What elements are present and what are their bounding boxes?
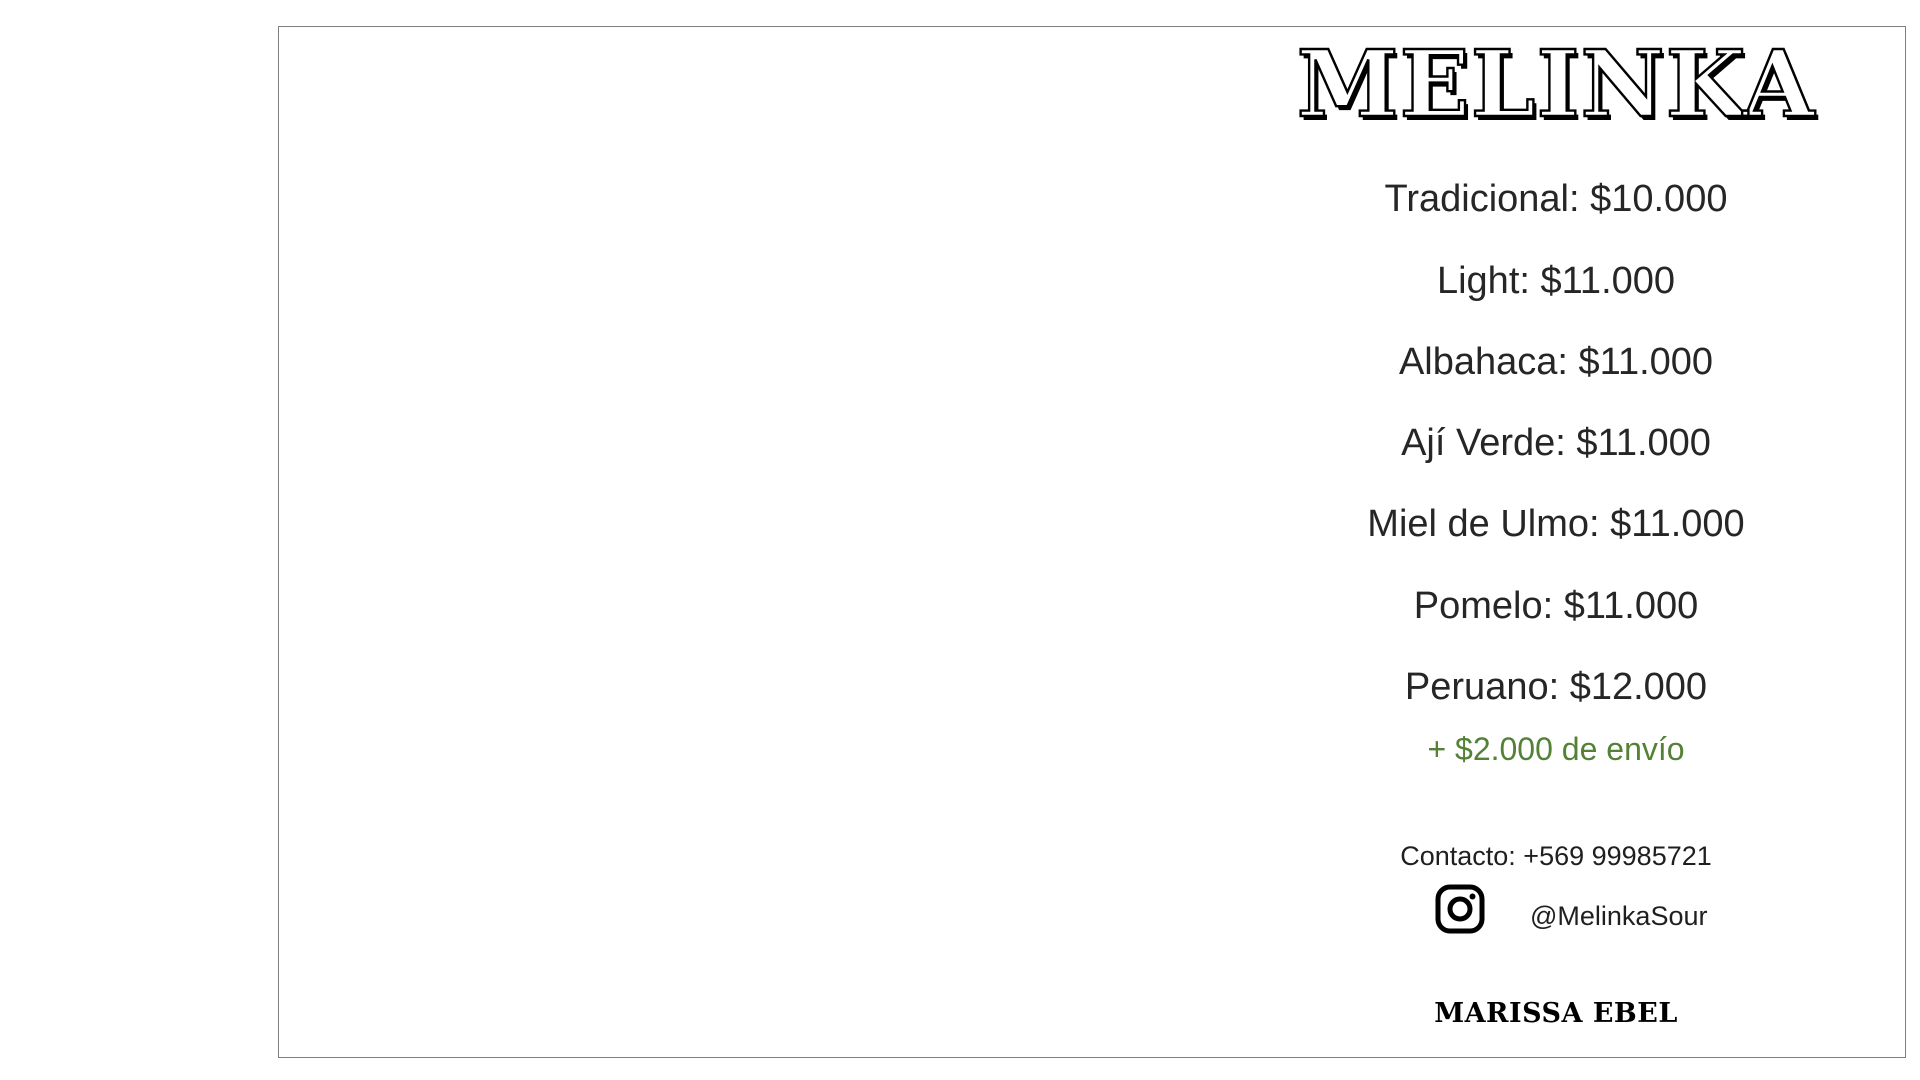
price-item-tradicional: Tradicional: $10.000	[1384, 178, 1728, 220]
instagram-handle: @MelinkaSour	[1530, 901, 1708, 931]
contact-phone: Contacto: +569 99985721	[1400, 841, 1712, 871]
price-item-aji-verde: Ají Verde: $11.000	[1401, 422, 1711, 464]
price-item-pomelo: Pomelo: $11.000	[1413, 585, 1699, 627]
brand-title: MELINKA	[1296, 30, 1816, 138]
signature: MARISSA EBEL	[1434, 998, 1678, 1029]
shipping-note: + $2.000 de envío	[1427, 731, 1685, 767]
price-item-miel-de-ulmo: Miel de Ulmo: $11.000	[1367, 503, 1745, 545]
price-item-light: Light: $11.000	[1436, 260, 1676, 302]
price-item-peruano: Peruano: $12.000	[1404, 666, 1708, 708]
instagram-icon	[1435, 884, 1485, 934]
price-item-albahaca: Albahaca: $11.000	[1398, 341, 1714, 383]
